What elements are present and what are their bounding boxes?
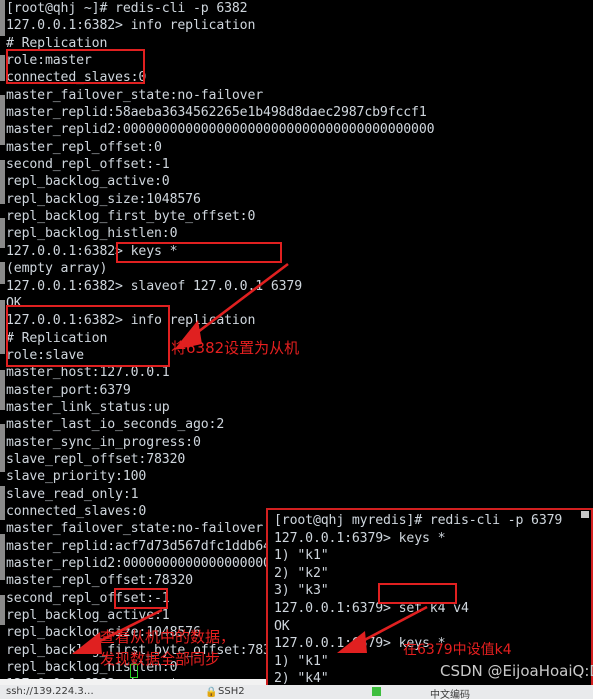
terminal-line: master_repl_offset:0 (6, 139, 162, 155)
scrollbar-thumb-k[interactable] (0, 534, 5, 580)
terminal-line: repl_backlog_first_byte_offset:0 (6, 209, 256, 225)
terminal-line: master_link_status:up (6, 399, 170, 415)
terminal-line: repl_backlog_active:0 (6, 174, 170, 190)
terminal-line: master_last_io_seconds_ago:2 (6, 417, 225, 433)
status-bar: ssh://139.224.3… 🔒 SSH2 中文编码 (0, 685, 593, 699)
terminal-line: master_replid2:0000000000000000000000000… (6, 122, 435, 138)
terminal-line: role:master (6, 53, 92, 69)
status-indicator-green (372, 687, 381, 696)
inset-terminal-line: 3) "k3" (274, 583, 329, 599)
annotation-set-k4: 在6379中设值k4 (403, 642, 512, 658)
terminal-line: slave_read_only:1 (6, 486, 139, 502)
scrollbar-thumb-j[interactable] (0, 486, 5, 520)
terminal-line: second_repl_offset:-1 (6, 157, 170, 173)
inset-terminal-line: 1) "k1" (274, 548, 329, 564)
status-bar-connection: ssh://139.224.3… (6, 686, 94, 697)
terminal-line: connected_slaves:0 (6, 70, 147, 86)
terminal-line: master_replid:58aeba3634562265e1b498d8da… (6, 105, 427, 121)
scrollbar-thumb-l[interactable] (0, 595, 5, 625)
status-bar-protocol: SSH2 (218, 686, 245, 697)
scrollbar-thumb-b[interactable] (0, 55, 5, 81)
scrollbar-thumb-h[interactable] (0, 370, 5, 410)
terminal-line: 127.0.0.1:6382> info replication (6, 313, 256, 329)
scrollbar-thumb-g[interactable] (0, 300, 5, 354)
terminal-line: # Replication (6, 35, 108, 51)
terminal-scrollbar[interactable] (0, 0, 5, 699)
inset-terminal-line: 2) "k2" (274, 565, 329, 581)
inset-terminal-line: 127.0.0.1:6379> keys * (274, 530, 446, 546)
csdn-watermark: CSDN @EijoaHoaiQ:D (440, 662, 593, 680)
terminal-line: repl_backlog_size:1048576 (6, 191, 201, 207)
terminal-line: master_failover_state:no-failover (6, 87, 264, 103)
scrollbar-thumb-c[interactable] (0, 95, 5, 145)
scrollbar-thumb-e[interactable] (0, 218, 5, 248)
annotation-view-slave-line1: 查看从机中的数据， (100, 628, 236, 646)
terminal-line: slave_priority:100 (6, 469, 147, 485)
terminal-screenshot: [root@qhj ~]# redis-cli -p 6382 127.0.0.1… (0, 0, 593, 699)
scrollbar-thumb-f[interactable] (0, 262, 5, 284)
status-bar-encoding: 中文编码 (430, 690, 470, 699)
lock-icon: 🔒 (205, 687, 218, 698)
inset-terminal-line: OK (274, 618, 290, 634)
scrollbar-thumb-a[interactable] (0, 0, 5, 36)
terminal-line: [root@qhj ~]# redis-cli -p 6382 (6, 1, 248, 16)
terminal-line: 127.0.0.1:6382> info replication (6, 18, 256, 34)
terminal-line: repl_backlog_histlen:0 (6, 226, 178, 242)
terminal-line: slave_repl_offset:78320 (6, 451, 186, 467)
terminal-line: OK (6, 295, 22, 311)
inset-terminal-line: [root@qhj myredis]# redis-cli -p 6379 (274, 513, 563, 528)
terminal-line: 127.0.0.1:6382> slaveof 127.0.0.1 6379 (6, 278, 303, 294)
terminal-line: master_sync_in_progress:0 (6, 434, 201, 450)
scrollbar-thumb-i[interactable] (0, 424, 5, 472)
terminal-line: (empty array) (6, 261, 108, 277)
annotation-set-slave: 将6382设置为从机 (171, 339, 300, 357)
annotation-view-slave-line2: 发现数据全部同步 (100, 650, 221, 668)
inset-window-button-icon[interactable] (581, 511, 589, 518)
terminal-line: 127.0.0.1:6382> keys * (6, 243, 178, 259)
terminal-line: master_host:127.0.0.1 (6, 365, 170, 381)
scrollbar-thumb-d[interactable] (0, 160, 5, 204)
terminal-line: master_port:6379 (6, 382, 131, 398)
inset-terminal-line: 127.0.0.1:6379> set k4 v4 (274, 600, 469, 616)
